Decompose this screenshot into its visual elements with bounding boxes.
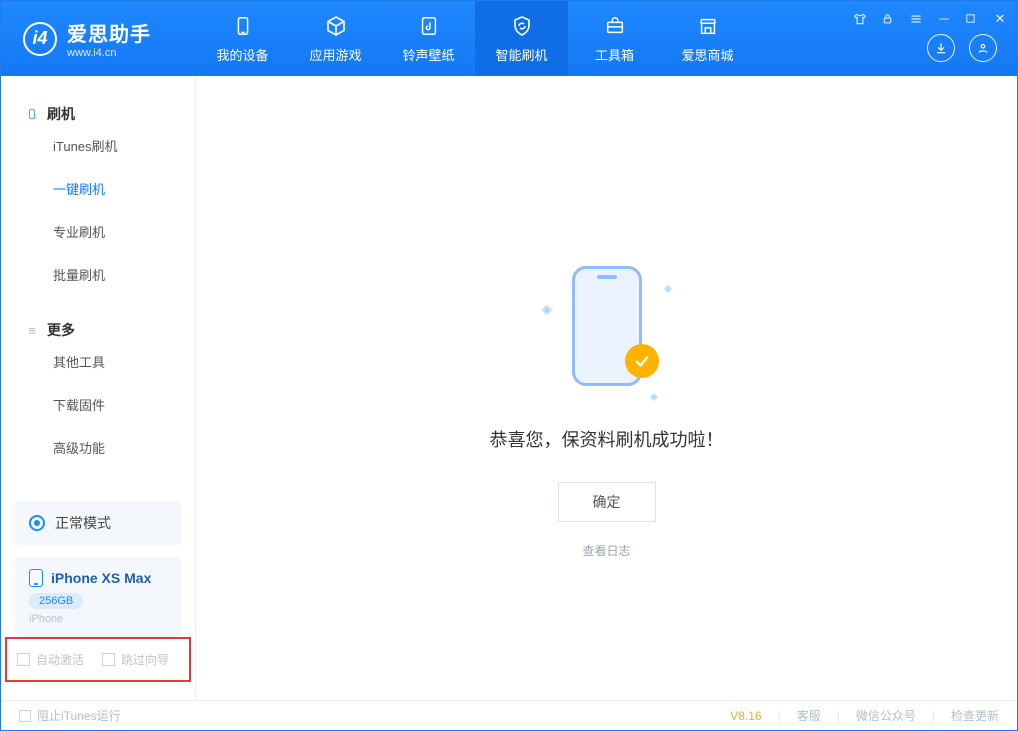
status-bar: 阻止iTunes运行 V8.16 | 客服 | 微信公众号 | 检查更新 <box>1 700 1017 730</box>
sidebar-item-pro-flash[interactable]: 专业刷机 <box>1 210 195 253</box>
app-header: i4 爱思助手 www.i4.cn 我的设备 应用游戏 铃声壁纸 智能刷机 工具… <box>1 1 1017 76</box>
flash-options-row: 自动激活 跳过向导 <box>5 637 191 682</box>
tab-ringtones-wallpapers[interactable]: 铃声壁纸 <box>382 1 475 76</box>
logo-text: 爱思助手 www.i4.cn <box>67 18 151 59</box>
skip-guide-checkbox[interactable]: 跳过向导 <box>102 651 169 668</box>
support-link[interactable]: 客服 <box>797 707 821 724</box>
device-phone-icon <box>29 569 43 587</box>
sidebar: 刷机 iTunes刷机 一键刷机 专业刷机 批量刷机 ≡ 更多 其他工具 下载固… <box>1 76 196 700</box>
checkbox-icon <box>19 710 31 722</box>
tab-apps-games[interactable]: 应用游戏 <box>289 1 382 76</box>
logo-icon: i4 <box>23 22 57 56</box>
sparkle-icon <box>541 304 552 315</box>
header-right: － ✕ <box>853 1 1007 76</box>
sidebar-group-more: ≡ 更多 <box>1 310 195 340</box>
toolbox-icon <box>602 13 628 39</box>
list-small-icon: ≡ <box>25 323 39 338</box>
sidebar-group-title: 刷机 <box>47 104 75 124</box>
device-capacity: 256GB <box>29 593 83 609</box>
tab-label: 工具箱 <box>595 45 634 64</box>
sidebar-scroll: 刷机 iTunes刷机 一键刷机 专业刷机 批量刷机 ≡ 更多 其他工具 下载固… <box>1 76 195 489</box>
user-button[interactable] <box>969 34 997 62</box>
app-body: 刷机 iTunes刷机 一键刷机 专业刷机 批量刷机 ≡ 更多 其他工具 下载固… <box>1 76 1017 700</box>
tab-store[interactable]: 爱思商城 <box>661 1 754 76</box>
block-itunes-checkbox[interactable]: 阻止iTunes运行 <box>19 707 121 724</box>
sidebar-group-flash: 刷机 <box>1 94 195 124</box>
sparkle-icon <box>663 285 671 293</box>
mode-card[interactable]: 正常模式 <box>15 501 181 545</box>
wechat-link[interactable]: 微信公众号 <box>856 707 916 724</box>
tshirt-icon[interactable] <box>853 12 867 26</box>
phone-small-icon <box>25 106 39 122</box>
menu-icon[interactable] <box>909 12 923 26</box>
main-content: 恭喜您，保资料刷机成功啦！ 确定 查看日志 <box>196 76 1017 700</box>
tab-my-device[interactable]: 我的设备 <box>196 1 289 76</box>
tab-label: 应用游戏 <box>309 45 361 64</box>
sidebar-item-other-tools[interactable]: 其他工具 <box>1 340 195 383</box>
view-log-link[interactable]: 查看日志 <box>582 542 630 559</box>
app-subtitle: www.i4.cn <box>67 47 151 59</box>
success-illustration <box>547 266 667 396</box>
sidebar-bottom: 正常模式 iPhone XS Max 256GB iPhone 自动激活 跳过向… <box>1 489 195 700</box>
main-tabs: 我的设备 应用游戏 铃声壁纸 智能刷机 工具箱 爱思商城 <box>196 1 754 76</box>
sidebar-group-title: 更多 <box>47 320 75 340</box>
checkbox-label: 阻止iTunes运行 <box>37 707 121 724</box>
checkbox-label: 跳过向导 <box>121 651 169 668</box>
download-button[interactable] <box>927 34 955 62</box>
sidebar-item-itunes-flash[interactable]: iTunes刷机 <box>1 124 195 167</box>
separator: | <box>778 709 781 723</box>
shield-refresh-icon <box>509 13 535 39</box>
sidebar-item-oneclick-flash[interactable]: 一键刷机 <box>1 167 195 210</box>
sidebar-item-advanced[interactable]: 高级功能 <box>1 426 195 469</box>
minimize-button[interactable]: － <box>937 9 951 28</box>
separator: | <box>932 709 935 723</box>
close-button[interactable]: ✕ <box>993 11 1007 27</box>
tab-label: 智能刷机 <box>495 45 547 64</box>
logo-area: i4 爱思助手 www.i4.cn <box>1 1 196 76</box>
sidebar-item-batch-flash[interactable]: 批量刷机 <box>1 253 195 296</box>
window-controls: － ✕ <box>853 9 1007 28</box>
check-badge-icon <box>625 344 659 378</box>
cube-icon <box>323 13 349 39</box>
checkbox-icon <box>102 653 115 666</box>
success-message: 恭喜您，保资料刷机成功啦！ <box>490 426 724 452</box>
checkbox-label: 自动激活 <box>36 651 84 668</box>
maximize-button[interactable] <box>965 13 979 24</box>
tab-label: 铃声壁纸 <box>402 45 454 64</box>
ok-button[interactable]: 确定 <box>558 482 656 522</box>
mode-label: 正常模式 <box>55 513 111 533</box>
tab-label: 我的设备 <box>216 45 268 64</box>
tab-toolbox[interactable]: 工具箱 <box>568 1 661 76</box>
check-update-link[interactable]: 检查更新 <box>951 707 999 724</box>
lock-icon[interactable] <box>881 12 895 25</box>
sidebar-item-download-firmware[interactable]: 下载固件 <box>1 383 195 426</box>
music-file-icon <box>416 13 442 39</box>
auto-activate-checkbox[interactable]: 自动激活 <box>17 651 84 668</box>
device-icon <box>230 13 256 39</box>
version-label: V8.16 <box>730 709 761 723</box>
device-name-row: iPhone XS Max <box>29 569 167 587</box>
account-buttons <box>927 34 1007 62</box>
footer-right: V8.16 | 客服 | 微信公众号 | 检查更新 <box>730 707 999 724</box>
checkbox-icon <box>17 653 30 666</box>
mode-icon <box>29 515 45 531</box>
device-card[interactable]: iPhone XS Max 256GB iPhone <box>15 557 181 637</box>
tab-label: 爱思商城 <box>681 45 733 64</box>
sparkle-icon <box>649 393 657 401</box>
tab-smart-flash[interactable]: 智能刷机 <box>475 1 568 76</box>
app-title: 爱思助手 <box>67 18 151 47</box>
store-icon <box>695 13 721 39</box>
separator: | <box>837 709 840 723</box>
device-model: iPhone <box>29 613 167 625</box>
device-name: iPhone XS Max <box>51 570 151 586</box>
